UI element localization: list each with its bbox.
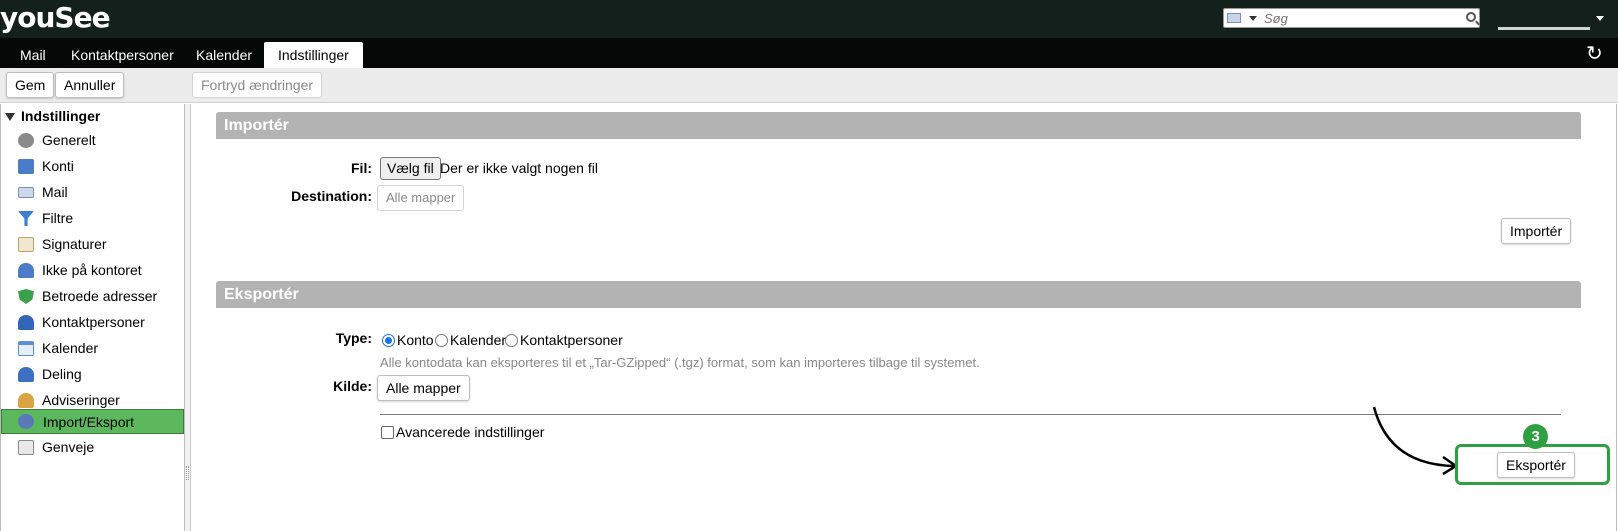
- annotation-arrow: [1372, 406, 1459, 475]
- sidebar-item-label: Generelt: [42, 132, 96, 148]
- file-label: Fil:: [351, 160, 372, 176]
- sidebar-item-ikke-pa-kontoret[interactable]: Ikke på kontoret: [1, 258, 184, 283]
- cancel-button[interactable]: Annuller: [55, 72, 125, 98]
- settings-sidebar: Indstillinger Generelt Konti Mail Filtre…: [0, 104, 185, 531]
- user-menu[interactable]: [1498, 27, 1590, 30]
- type-radio-konto[interactable]: [382, 334, 395, 347]
- source-label: Kilde:: [333, 378, 372, 394]
- sidebar-item-label: Filtre: [42, 210, 74, 226]
- refresh-icon[interactable]: ↻: [1586, 42, 1603, 66]
- sidebar-item-label: Konti: [42, 158, 74, 174]
- sidebar-title: Indstillinger: [21, 108, 101, 124]
- signature-icon: [18, 237, 34, 252]
- type-option-kalender-label[interactable]: Kalender: [450, 332, 506, 348]
- sidebar-item-import-eksport[interactable]: Import/Eksport: [1, 409, 184, 434]
- out-of-office-icon: [18, 263, 34, 278]
- shield-icon: [18, 289, 34, 304]
- gear-icon: [18, 133, 34, 148]
- type-label: Type:: [335, 330, 372, 346]
- sidebar-item-signaturer[interactable]: Signaturer: [1, 232, 184, 257]
- calendar-icon: [18, 341, 34, 356]
- no-file-chosen-text: Der er ikke valgt nogen fil: [440, 160, 598, 176]
- top-bar: youSee: [0, 0, 1618, 38]
- type-radio-kontaktpersoner[interactable]: [505, 334, 518, 347]
- type-option-kontaktpersoner-label[interactable]: Kontaktpersoner: [520, 332, 623, 348]
- export-hint-text: Alle kontodata kan eksporteres til et „T…: [380, 355, 980, 370]
- export-section-header: Eksportér: [216, 281, 1581, 308]
- sidebar-item-label: Kalender: [42, 340, 99, 356]
- main-tab-bar: Mail Kontaktpersoner Kalender Indstillin…: [0, 38, 1618, 68]
- account-icon: [18, 159, 34, 174]
- keyboard-icon: [18, 440, 34, 455]
- collapse-triangle-icon[interactable]: [5, 113, 15, 122]
- user-menu-chevron-icon[interactable]: [1596, 16, 1604, 21]
- tab-mail[interactable]: Mail: [6, 42, 60, 68]
- sidebar-item-label: Import/Eksport: [43, 414, 135, 430]
- filter-icon: [18, 211, 34, 226]
- sidebar-item-label: Signaturer: [42, 236, 107, 252]
- resize-grip-icon[interactable]: [186, 466, 189, 480]
- export-button[interactable]: Eksportér: [1497, 452, 1575, 478]
- destination-folder-select[interactable]: Alle mapper: [377, 185, 465, 211]
- destination-label: Destination:: [291, 188, 372, 204]
- sidebar-item-mail[interactable]: Mail: [1, 180, 184, 205]
- search-box[interactable]: [1223, 8, 1480, 28]
- tab-kontaktpersoner[interactable]: Kontaktpersoner: [57, 42, 188, 68]
- chevron-down-icon[interactable]: [1249, 16, 1257, 21]
- sidebar-item-label: Mail: [42, 184, 68, 200]
- import-button[interactable]: Importér: [1501, 218, 1572, 244]
- undo-changes-button[interactable]: Fortryd ændringer: [192, 72, 323, 98]
- search-input[interactable]: [1264, 10, 1454, 26]
- advanced-settings-label[interactable]: Avancerede indstillinger: [396, 424, 544, 440]
- choose-file-button[interactable]: Vælg fil: [380, 157, 441, 180]
- sidebar-item-label: Deling: [42, 366, 82, 382]
- bell-icon: [18, 393, 34, 408]
- yousee-logo[interactable]: youSee: [0, 2, 111, 34]
- sidebar-item-label: Adviseringer: [42, 392, 120, 408]
- sidebar-item-genveje[interactable]: Genveje: [1, 435, 184, 460]
- source-folder-select[interactable]: Alle mapper: [377, 375, 470, 401]
- tab-indstillinger[interactable]: Indstillinger: [264, 42, 363, 68]
- sidebar-item-label: Betroede adresser: [42, 288, 158, 304]
- advanced-settings-checkbox[interactable]: [381, 426, 394, 439]
- envelope-icon[interactable]: [1227, 13, 1241, 23]
- sidebar-header[interactable]: Indstillinger: [5, 106, 100, 126]
- sidebar-item-deling[interactable]: Deling: [1, 362, 184, 387]
- tab-kalender[interactable]: Kalender: [182, 42, 266, 68]
- type-radio-kalender[interactable]: [435, 334, 448, 347]
- sidebar-item-kontaktpersoner[interactable]: Kontaktpersoner: [1, 310, 184, 335]
- type-option-konto-label[interactable]: Konto: [397, 332, 434, 348]
- person-icon: [18, 315, 34, 330]
- import-section-header: Importér: [216, 112, 1581, 139]
- sidebar-item-label: Ikke på kontoret: [42, 262, 142, 278]
- sidebar-item-generelt[interactable]: Generelt: [1, 128, 184, 153]
- search-icon[interactable]: [1466, 12, 1476, 22]
- sidebar-item-label: Kontaktpersoner: [42, 314, 145, 330]
- settings-toolbar: Gem Annuller Fortryd ændringer: [0, 68, 1618, 103]
- sidebar-item-konti[interactable]: Konti: [1, 154, 184, 179]
- sidebar-item-betroede-adresser[interactable]: Betroede adresser: [1, 284, 184, 309]
- sidebar-item-label: Genveje: [42, 439, 95, 455]
- import-export-icon: [18, 414, 34, 429]
- envelope-icon: [18, 187, 34, 198]
- save-button[interactable]: Gem: [6, 72, 55, 98]
- sharing-icon: [18, 367, 34, 382]
- sidebar-item-kalender[interactable]: Kalender: [1, 336, 184, 361]
- sidebar-item-filtre[interactable]: Filtre: [1, 206, 184, 231]
